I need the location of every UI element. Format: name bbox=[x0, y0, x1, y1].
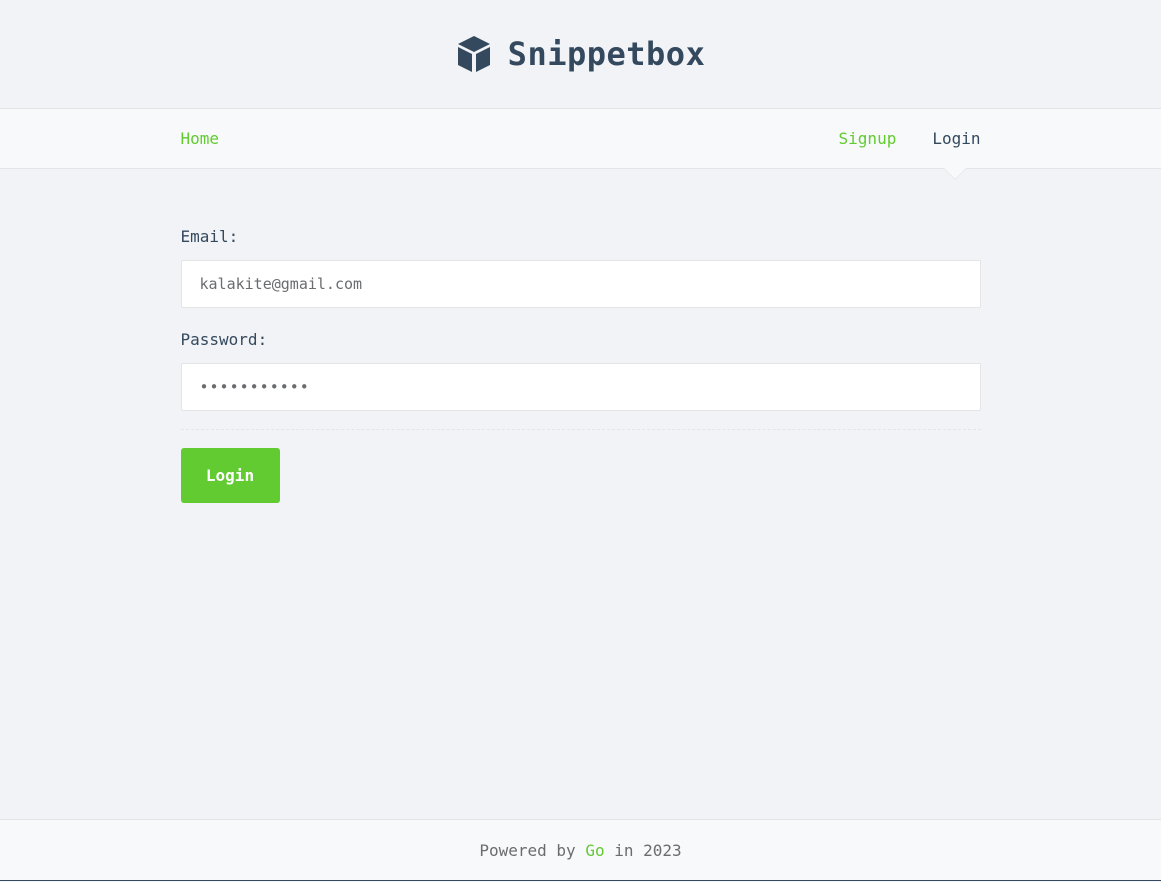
site-header: Snippetbox bbox=[0, 0, 1161, 108]
email-field[interactable] bbox=[180, 260, 981, 308]
password-field[interactable] bbox=[180, 363, 981, 411]
footer-suffix: in 2023 bbox=[604, 840, 682, 860]
brand-title: Snippetbox bbox=[507, 35, 706, 73]
nav-home-link[interactable]: Home bbox=[181, 129, 220, 148]
nav-login-link[interactable]: Login bbox=[932, 129, 980, 148]
nav-signup-link[interactable]: Signup bbox=[839, 129, 897, 148]
password-label: Password: bbox=[180, 330, 268, 349]
email-group: Email: bbox=[180, 227, 981, 308]
footer-prefix: Powered by bbox=[479, 840, 586, 860]
main-nav: Home Signup Login bbox=[0, 108, 1161, 180]
site-footer: Powered by Go in 2023 bbox=[0, 819, 1161, 881]
login-form: Email: Password: Login bbox=[180, 169, 981, 503]
email-label: Email: bbox=[180, 227, 239, 246]
cube-icon bbox=[456, 34, 492, 74]
brand-link[interactable]: Snippetbox bbox=[456, 34, 706, 74]
active-indicator-arrow bbox=[944, 168, 966, 179]
form-divider bbox=[180, 429, 981, 430]
password-group: Password: bbox=[180, 330, 981, 411]
login-button[interactable]: Login bbox=[180, 448, 280, 503]
footer-go-link[interactable]: Go bbox=[585, 841, 604, 860]
